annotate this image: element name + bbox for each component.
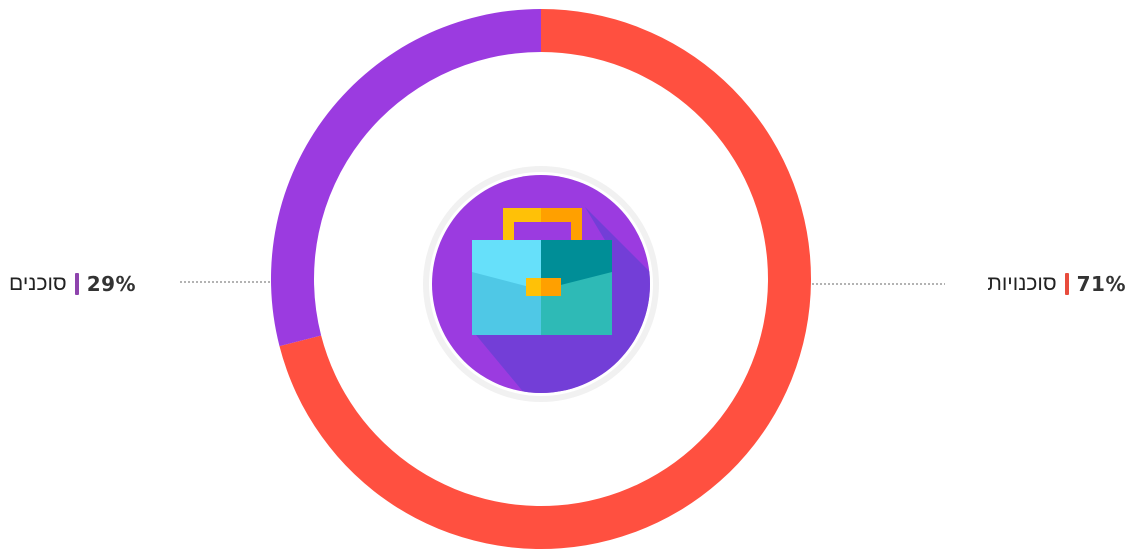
label-agents-value: 29% — [86, 272, 137, 296]
briefcase-icon — [423, 166, 659, 402]
label-agencies-bar — [1064, 273, 1069, 295]
label-agencies: סוכנויות 71% — [987, 266, 1126, 302]
label-agents: סוכנים 29% — [9, 266, 136, 302]
label-agents-name: סוכנים — [9, 272, 67, 295]
label-agencies-name: סוכנויות — [987, 272, 1057, 295]
label-agencies-value: 71% — [1076, 272, 1126, 296]
label-agents-bar — [74, 273, 79, 295]
donut-chart — [180, 9, 945, 549]
